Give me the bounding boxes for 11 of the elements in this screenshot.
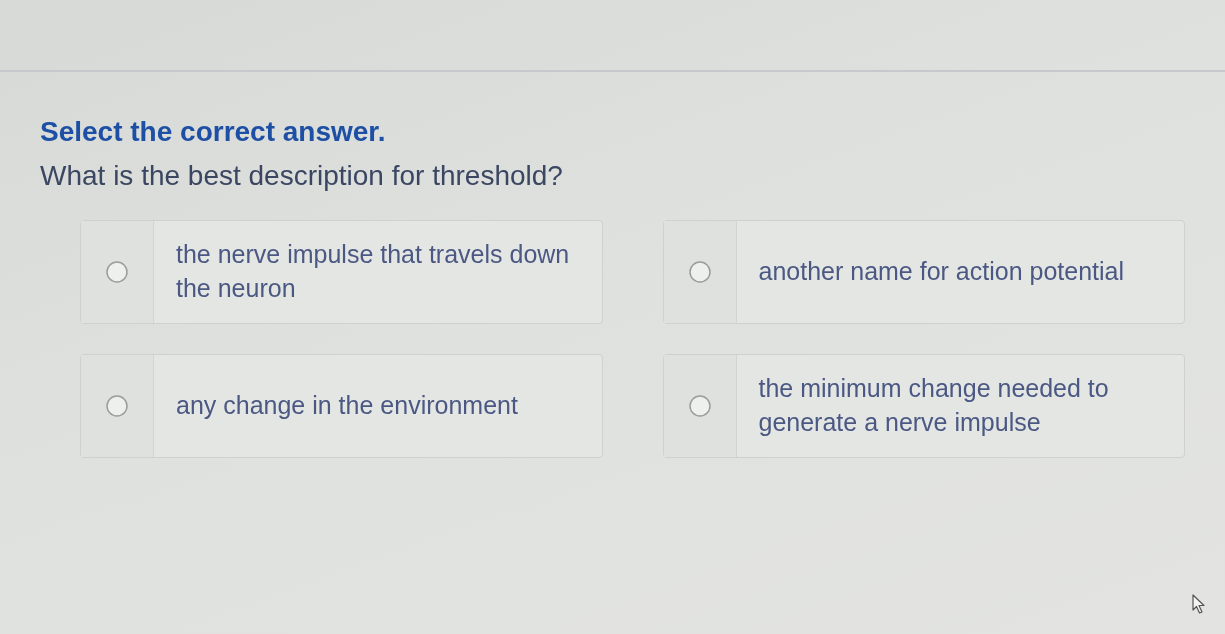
radio-button[interactable] xyxy=(106,395,128,417)
radio-button[interactable] xyxy=(688,395,711,417)
radio-button[interactable] xyxy=(688,261,711,283)
answer-option[interactable]: another name for action potential xyxy=(662,220,1185,324)
instruction-heading: Select the correct answer. xyxy=(40,116,387,148)
question-text: What is the best description for threshold? xyxy=(40,160,564,192)
radio-button[interactable] xyxy=(106,261,128,283)
answer-option[interactable]: the nerve impulse that travels down the neuron xyxy=(80,220,603,324)
answer-option[interactable]: the minimum change needed to generate a nerve impulse xyxy=(662,354,1185,458)
answer-option[interactable]: any change in the environment xyxy=(80,354,603,458)
mouse-pointer-icon xyxy=(1192,594,1206,614)
